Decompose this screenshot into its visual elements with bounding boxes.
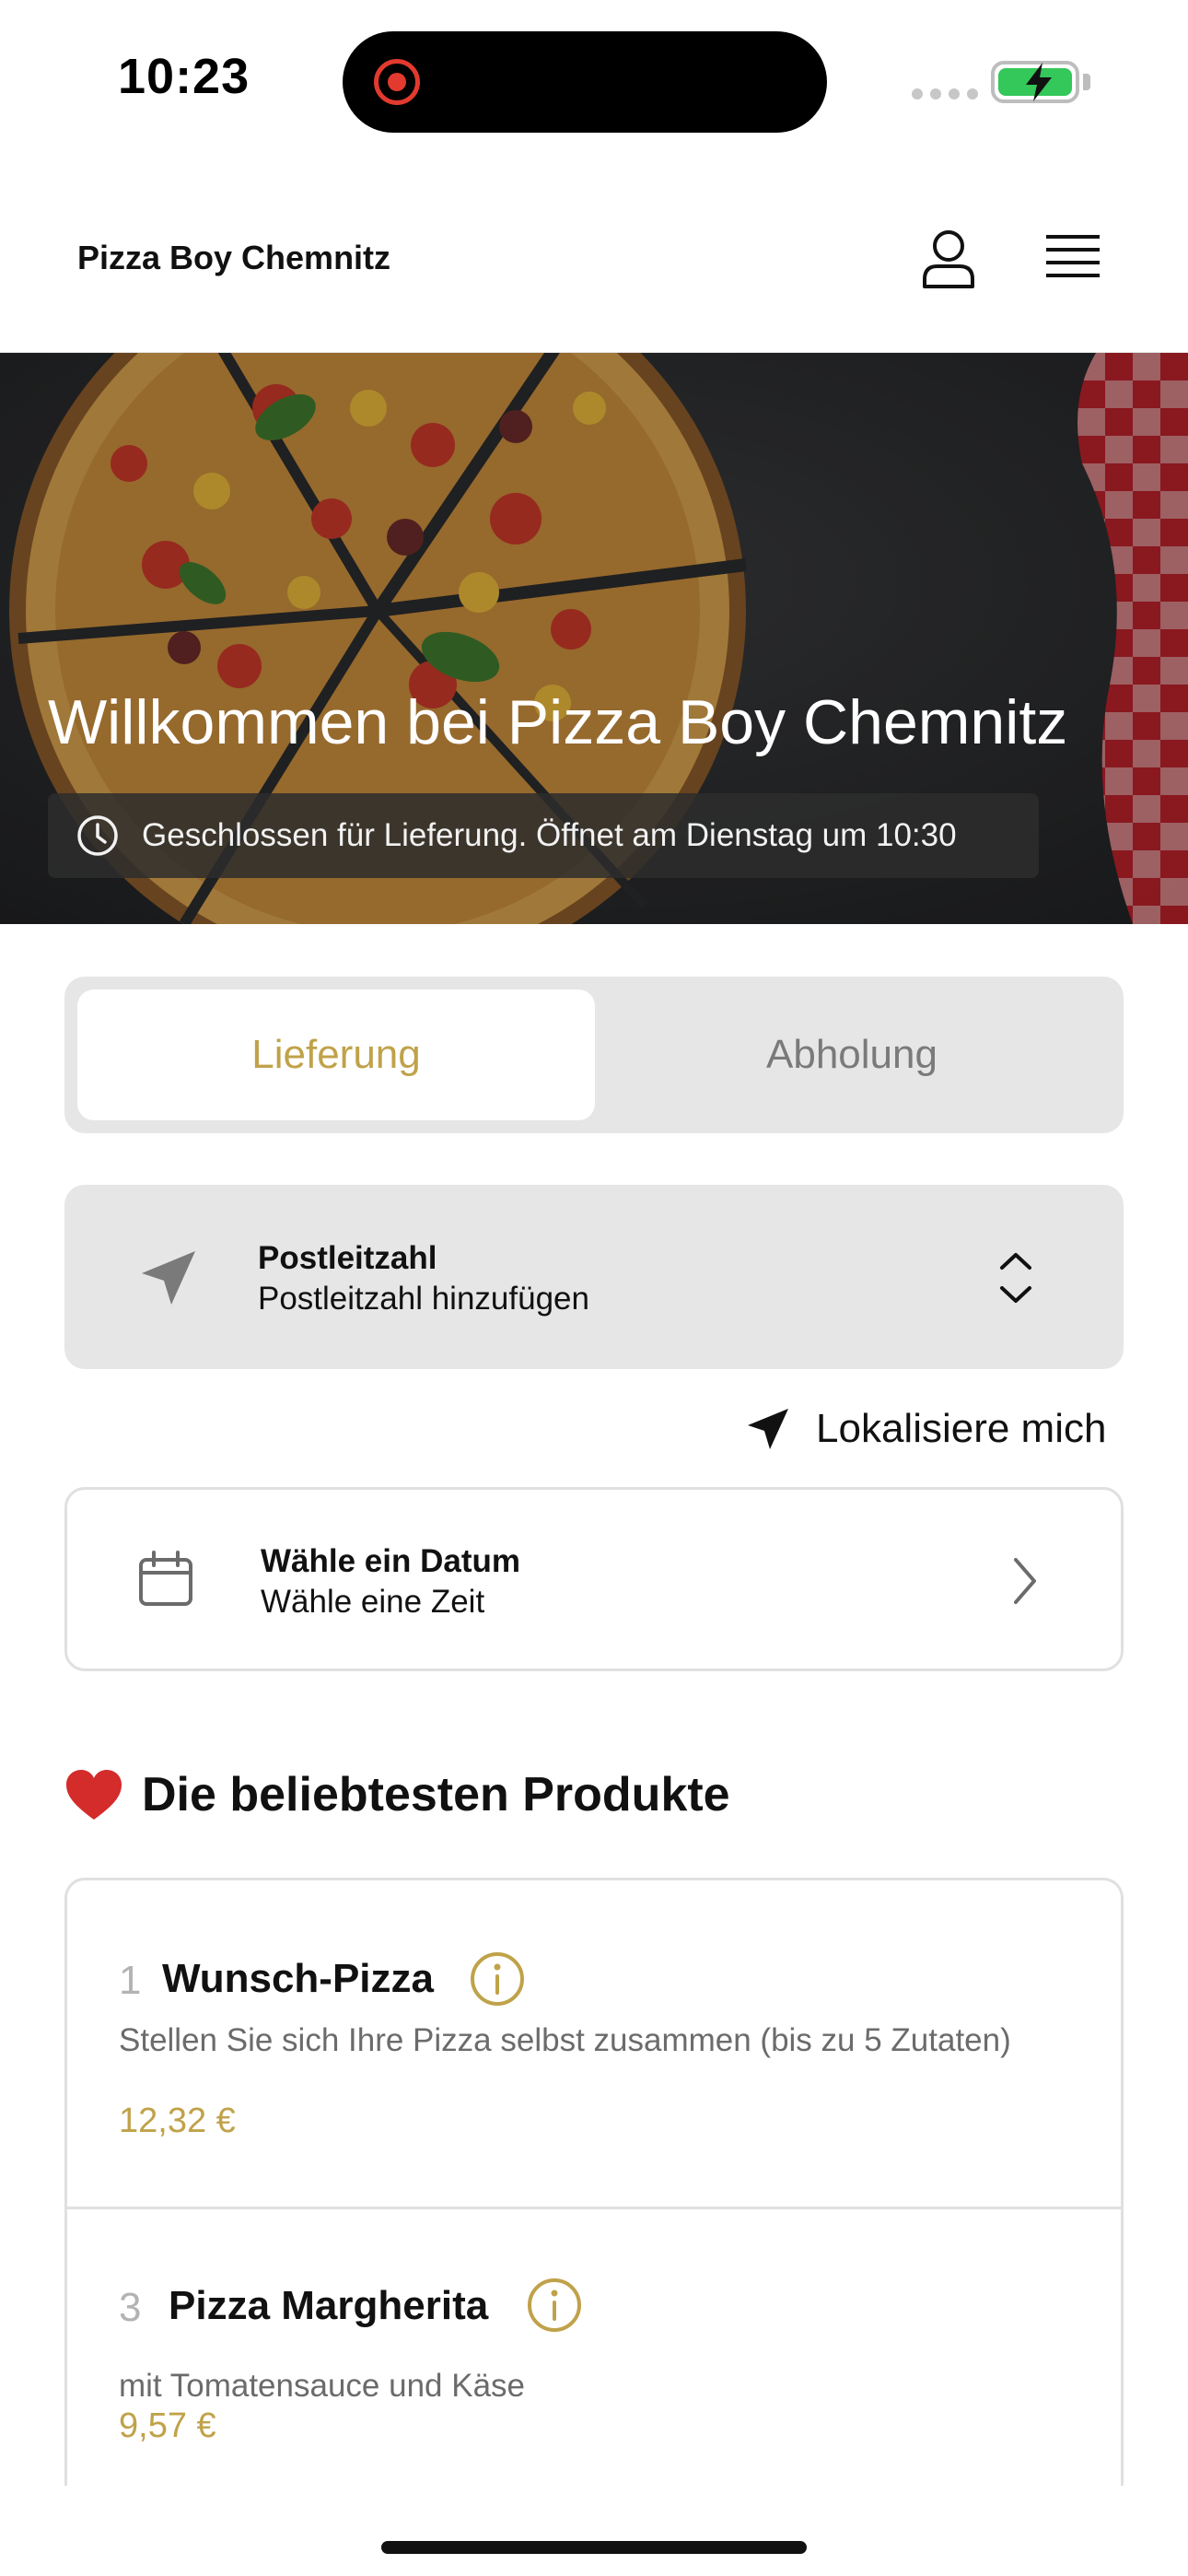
battery-cap <box>1083 74 1090 90</box>
info-icon[interactable] <box>526 2277 583 2334</box>
product-item[interactable]: 3 Pizza Margherita mit Tomatensauce und … <box>67 2209 1121 2486</box>
product-number: 3 <box>119 2285 142 2330</box>
status-bar: 10:23 <box>0 0 1188 161</box>
location-arrow-icon <box>748 1409 788 1449</box>
product-price: 12,32 € <box>119 2102 236 2140</box>
order-type-toggle: Lieferung Abholung <box>64 977 1124 1133</box>
home-indicator[interactable] <box>381 2541 807 2554</box>
product-price: 9,57 € <box>119 2406 216 2445</box>
product-description: Stellen Sie sich Ihre Pizza selbst zusam… <box>119 2022 1011 2058</box>
menu-button[interactable] <box>1039 226 1105 292</box>
product-number: 1 <box>119 1958 142 2003</box>
product-name: Pizza Margherita <box>169 2283 489 2328</box>
app-header: Pizza Boy Chemnitz <box>0 161 1188 353</box>
chevron-up-down-icon <box>1000 1253 1031 1303</box>
battery-icon <box>991 61 1079 103</box>
info-icon[interactable] <box>469 1950 526 2008</box>
status-time: 10:23 <box>118 49 250 104</box>
popular-products-heading: Die beliebtesten Produkte <box>64 1767 730 1822</box>
tab-delivery[interactable]: Lieferung <box>77 989 595 1120</box>
recording-indicator-icon <box>374 59 420 105</box>
locate-me-label: Lokalisiere mich <box>816 1406 1107 1451</box>
chevron-right-icon <box>1014 1558 1036 1604</box>
product-item[interactable]: 1 Wunsch-Pizza Stellen Sie sich Ihre Piz… <box>67 1880 1121 2207</box>
date-time-selector[interactable]: Wähle ein Datum Wähle eine Zeit <box>64 1487 1124 1671</box>
calendar-icon <box>139 1551 192 1606</box>
dynamic-island <box>343 31 827 133</box>
tab-pickup[interactable]: Abholung <box>593 989 1111 1120</box>
popular-products-title: Die beliebtesten Produkte <box>142 1768 730 1821</box>
date-label: Wähle ein Datum <box>261 1543 520 1579</box>
postcode-selector[interactable]: Postleitzahl Postleitzahl hinzufügen <box>64 1185 1124 1369</box>
product-description: mit Tomatensauce und Käse <box>119 2368 526 2404</box>
brand-name[interactable]: Pizza Boy Chemnitz <box>77 239 390 277</box>
user-icon <box>923 230 974 288</box>
location-arrow-icon <box>142 1251 195 1305</box>
popular-products-list: 1 Wunsch-Pizza Stellen Sie sich Ihre Piz… <box>64 1878 1124 2486</box>
signal-icon <box>912 88 978 100</box>
clock-icon <box>77 815 118 856</box>
hero-banner: Willkommen bei Pizza Boy Chemnitz Geschl… <box>0 353 1188 924</box>
hero-title: Willkommen bei Pizza Boy Chemnitz <box>48 687 1068 757</box>
charging-bolt-icon <box>1026 63 1052 101</box>
product-name: Wunsch-Pizza <box>162 1956 435 2001</box>
opening-status-text: Geschlossen für Lieferung. Öffnet am Die… <box>142 817 957 853</box>
postcode-placeholder: Postleitzahl hinzufügen <box>258 1281 589 1317</box>
menu-icon <box>1046 235 1100 277</box>
opening-status-badge: Geschlossen für Lieferung. Öffnet am Die… <box>48 793 1039 878</box>
postcode-label: Postleitzahl <box>258 1240 437 1276</box>
locate-me-button[interactable]: Lokalisiere mich <box>744 1397 1106 1461</box>
user-account-button[interactable] <box>915 226 982 292</box>
time-label: Wähle eine Zeit <box>261 1584 485 1620</box>
heart-icon <box>66 1770 122 1820</box>
